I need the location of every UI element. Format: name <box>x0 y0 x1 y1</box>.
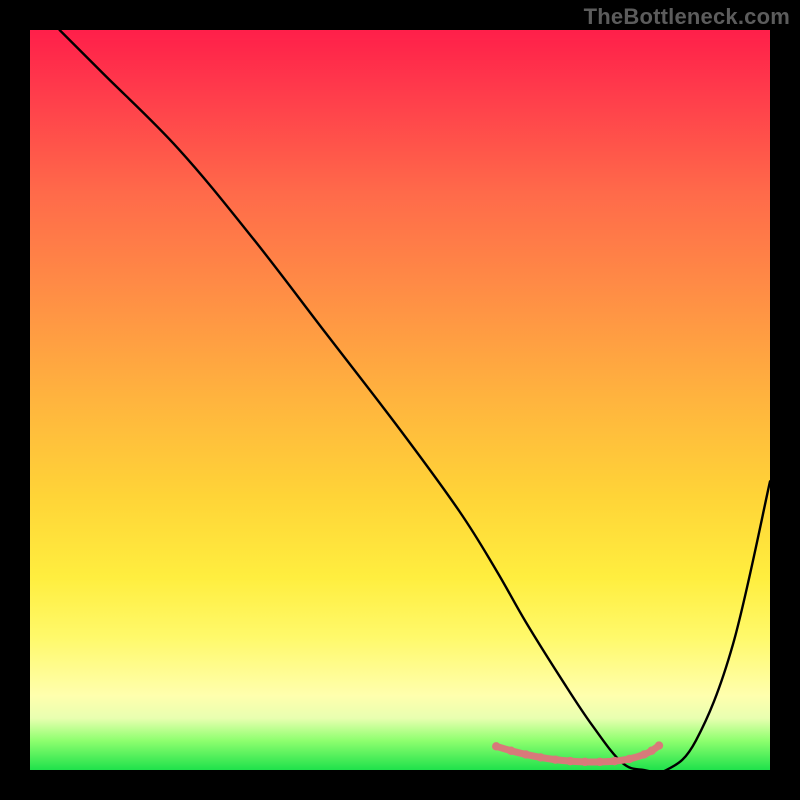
pink-dot <box>640 750 648 758</box>
pink-dot <box>596 758 604 766</box>
pink-dot <box>647 747 655 755</box>
pink-accent-path <box>496 746 659 762</box>
pink-dot <box>610 757 618 765</box>
pink-dot <box>566 757 574 765</box>
pink-dot <box>507 747 515 755</box>
pink-dot <box>625 755 633 763</box>
pink-dot <box>655 741 663 749</box>
watermark-text: TheBottleneck.com <box>584 4 790 30</box>
pink-dot <box>536 753 544 761</box>
chart-frame: TheBottleneck.com <box>0 0 800 800</box>
pink-dot <box>581 758 589 766</box>
main-curve-path <box>60 30 770 770</box>
pink-dot <box>522 750 530 758</box>
pink-dot <box>551 755 559 763</box>
chart-svg <box>30 30 770 770</box>
pink-dot <box>492 742 500 750</box>
